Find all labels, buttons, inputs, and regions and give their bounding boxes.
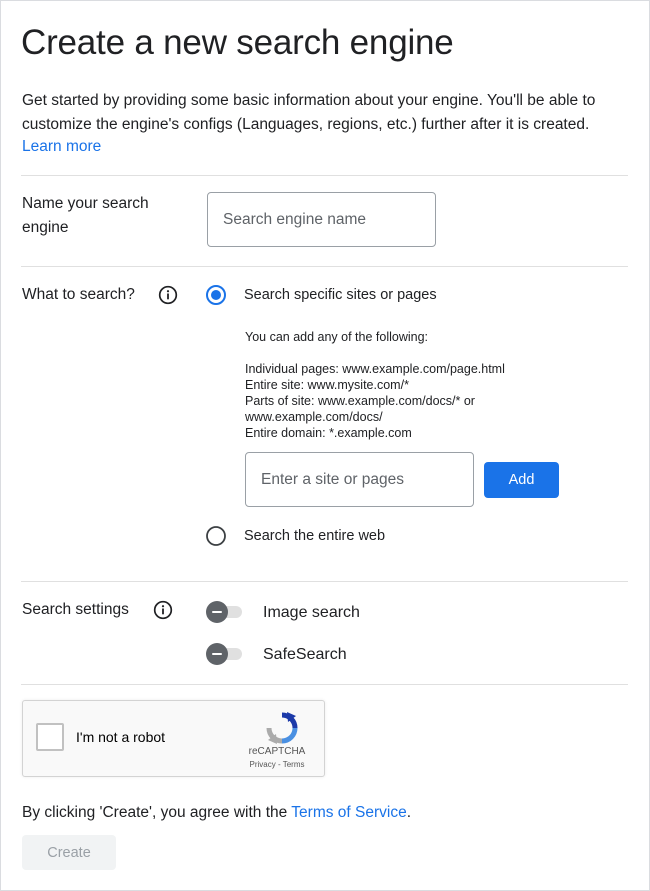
image-search-toggle[interactable] (206, 600, 244, 624)
recaptcha-legal-links[interactable]: Privacy - Terms (242, 760, 312, 769)
search-settings-label: Search settings (22, 601, 129, 618)
hint-intro: You can add any of the following: (245, 330, 429, 344)
recaptcha-checkbox[interactable] (36, 723, 64, 751)
section-divider (21, 266, 628, 267)
add-site-button[interactable]: Add (484, 462, 559, 498)
toggle-knob (206, 601, 228, 623)
terms-text: By clicking 'Create', you agree with the… (22, 803, 411, 823)
hint-line: Parts of site: www.example.com/docs/* or (245, 394, 475, 408)
hint-line: Entire site: www.mysite.com/* (245, 378, 409, 392)
page-title: Create a new search engine (21, 23, 454, 62)
section-divider (21, 684, 628, 685)
section-divider (21, 581, 628, 582)
hint-line: www.example.com/docs/ (245, 410, 383, 424)
site-input[interactable] (245, 452, 474, 507)
hint-line: Individual pages: www.example.com/page.h… (245, 362, 505, 376)
terms-of-service-link[interactable]: Terms of Service (291, 804, 406, 821)
create-button[interactable]: Create (22, 835, 116, 870)
recaptcha-brand: reCAPTCHA (248, 746, 306, 757)
recaptcha-widget: I'm not a robot reCAPTCHA Privacy - Term… (22, 700, 325, 777)
entire-web-label[interactable]: Search the entire web (244, 526, 385, 546)
info-icon[interactable] (153, 600, 173, 620)
name-section-label: Name your search engine (22, 195, 149, 236)
hint-line: Entire domain: *.example.com (245, 426, 412, 440)
intro-text: Get started by providing some basic info… (22, 92, 596, 133)
safesearch-toggle[interactable] (206, 642, 244, 666)
safesearch-label: SafeSearch (263, 646, 347, 663)
recaptcha-label: I'm not a robot (76, 729, 166, 745)
create-search-engine-form: Create a new search engine Get started b… (0, 0, 650, 891)
toggle-knob (206, 643, 228, 665)
terms-prefix: By clicking 'Create', you agree with the (22, 804, 292, 821)
specific-sites-label[interactable]: Search specific sites or pages (244, 285, 437, 305)
learn-more-link[interactable]: Learn more (22, 137, 101, 157)
search-engine-name-input[interactable] (207, 192, 436, 247)
info-icon[interactable] (158, 285, 178, 305)
what-to-search-label: What to search? (22, 286, 135, 303)
recaptcha-logo-icon (265, 711, 299, 745)
radio-entire-web[interactable] (205, 525, 227, 547)
image-search-label: Image search (263, 604, 360, 621)
radio-specific-sites[interactable] (205, 284, 227, 306)
terms-suffix: . (406, 804, 412, 821)
section-divider (21, 175, 628, 176)
